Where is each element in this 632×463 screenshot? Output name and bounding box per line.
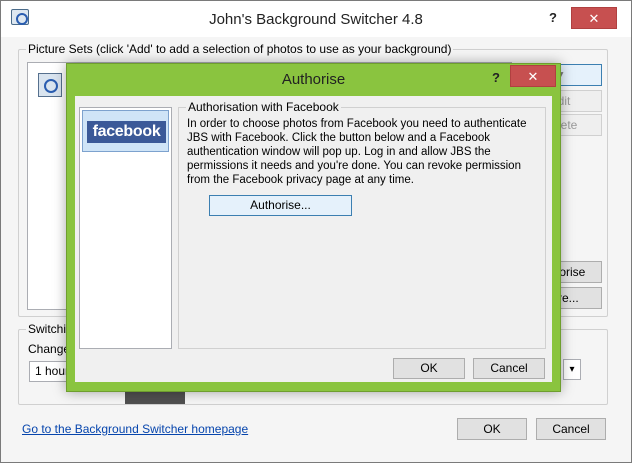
authorise-dialog-title: Authorise (281, 71, 346, 88)
facebook-auth-group: Authorisation with Facebook In order to … (178, 100, 546, 349)
main-titlebar: John's Background Switcher 4.8 ? ✕ (1, 1, 631, 37)
help-icon[interactable]: ? (549, 10, 557, 25)
picture-set-icon[interactable] (38, 73, 62, 97)
homepage-link[interactable]: Go to the Background Switcher homepage (22, 422, 248, 436)
dialog-ok-button[interactable]: OK (393, 358, 465, 379)
authorise-button[interactable]: Authorise... (209, 195, 352, 216)
facebook-auth-legend: Authorisation with Facebook (186, 100, 341, 114)
picture-sets-legend: Picture Sets (click 'Add' to add a selec… (26, 42, 454, 56)
authorise-dialog: Authorise ? ✕ facebook Authorisation wit… (66, 63, 561, 392)
facebook-auth-description: In order to choose photos from Facebook … (187, 118, 527, 186)
dialog-help-icon[interactable]: ? (492, 70, 500, 85)
main-ok-button[interactable]: OK (457, 418, 527, 440)
main-window-title: John's Background Switcher 4.8 (209, 11, 423, 28)
provider-list: facebook (79, 107, 172, 349)
facebook-logo: facebook (87, 121, 166, 143)
authorise-dialog-body: facebook Authorisation with Facebook In … (75, 96, 552, 382)
change-label: Change (28, 342, 71, 356)
main-close-button[interactable]: ✕ (571, 7, 617, 29)
dialog-cancel-button[interactable]: Cancel (473, 358, 545, 379)
dialog-close-button[interactable]: ✕ (510, 65, 556, 87)
provider-item-facebook[interactable]: facebook (82, 110, 169, 152)
main-cancel-button[interactable]: Cancel (536, 418, 606, 440)
chevron-down-icon[interactable]: ▾ (563, 359, 581, 380)
